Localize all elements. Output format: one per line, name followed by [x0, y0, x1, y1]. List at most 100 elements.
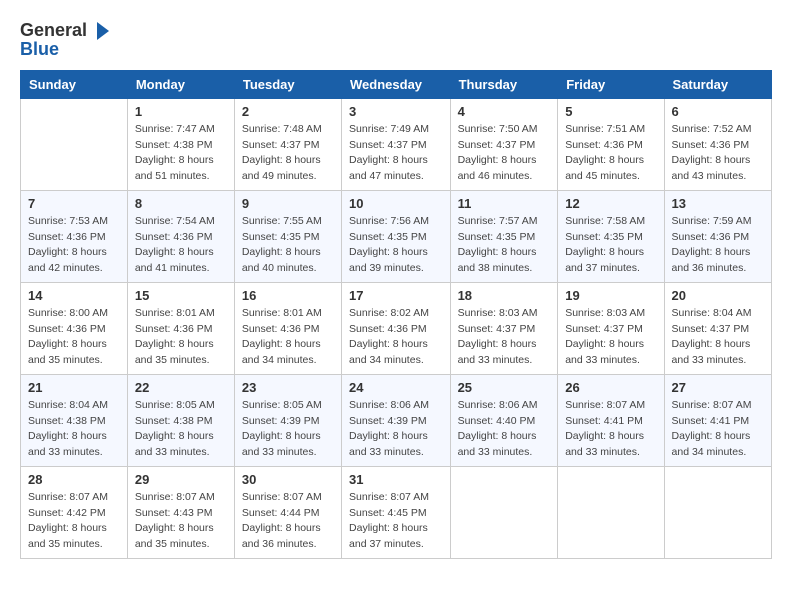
day-number: 26 [565, 380, 656, 395]
logo-arrow-icon [89, 20, 111, 42]
day-number: 31 [349, 472, 443, 487]
calendar-cell: 15 Sunrise: 8:01 AMSunset: 4:36 PMDayligh… [127, 282, 234, 374]
day-info: Sunrise: 8:03 AMSunset: 4:37 PMDaylight:… [458, 306, 551, 369]
day-number: 1 [135, 104, 227, 119]
calendar-cell: 18Sunrise: 8:03 AMSunset: 4:37 PMDayligh… [450, 282, 558, 374]
day-info: Sunrise: 8:04 AMSunset: 4:37 PMDaylight:… [672, 306, 764, 369]
day-number: 30 [242, 472, 334, 487]
day-number: 16 [242, 288, 334, 303]
calendar-cell: 9Sunrise: 7:55 AMSunset: 4:35 PMDaylight… [234, 190, 341, 282]
day-number: 25 [458, 380, 551, 395]
calendar-cell: 3 Sunrise: 7:49 AMSunset: 4:37 PMDaylight… [342, 98, 451, 190]
day-number: 3 [349, 104, 443, 119]
day-info: Sunrise: 8:05 AMSunset: 4:39 PMDaylight:… [242, 398, 334, 461]
day-info: Sunrise: 8:07 AMSunset: 4:45 PMDaylight:… [349, 490, 443, 553]
day-info: Sunrise: 7:54 AMSunset: 4:36 PMDaylight:… [135, 214, 227, 277]
calendar-week-row: 14 Sunrise: 8:00 AMSunset: 4:36 PMDayligh… [21, 282, 772, 374]
calendar-cell: 16 Sunrise: 8:01 AMSunset: 4:36 PMDayligh… [234, 282, 341, 374]
calendar-week-row: 7 Sunrise: 7:53 AMSunset: 4:36 PMDaylight… [21, 190, 772, 282]
calendar-cell [21, 98, 128, 190]
calendar-cell: 2Sunrise: 7:48 AMSunset: 4:37 PMDaylight… [234, 98, 341, 190]
logo-blue: Blue [20, 40, 59, 60]
calendar-cell: 30 Sunrise: 8:07 AMSunset: 4:44 PMDayligh… [234, 466, 341, 558]
day-info: Sunrise: 7:49 AMSunset: 4:37 PMDaylight:… [349, 122, 443, 185]
day-info: Sunrise: 8:00 AMSunset: 4:36 PMDaylight:… [28, 306, 120, 369]
day-number: 21 [28, 380, 120, 395]
weekday-header: Thursday [450, 70, 558, 98]
calendar-cell [450, 466, 558, 558]
calendar-cell: 27 Sunrise: 8:07 AMSunset: 4:41 PMDayligh… [664, 374, 771, 466]
day-number: 10 [349, 196, 443, 211]
calendar-cell: 21Sunrise: 8:04 AMSunset: 4:38 PMDayligh… [21, 374, 128, 466]
day-number: 22 [135, 380, 227, 395]
day-info: Sunrise: 8:03 AMSunset: 4:37 PMDaylight:… [565, 306, 656, 369]
day-info: Sunrise: 8:06 AMSunset: 4:39 PMDaylight:… [349, 398, 443, 461]
logo: General Blue [20, 20, 111, 60]
day-number: 20 [672, 288, 764, 303]
day-number: 9 [242, 196, 334, 211]
calendar-cell: 23 Sunrise: 8:05 AMSunset: 4:39 PMDayligh… [234, 374, 341, 466]
day-number: 5 [565, 104, 656, 119]
calendar-cell: 12 Sunrise: 7:58 AMSunset: 4:35 PMDayligh… [558, 190, 664, 282]
weekday-header: Tuesday [234, 70, 341, 98]
day-number: 27 [672, 380, 764, 395]
day-info: Sunrise: 8:01 AMSunset: 4:36 PMDaylight:… [242, 306, 334, 369]
day-info: Sunrise: 7:53 AMSunset: 4:36 PMDaylight:… [28, 214, 120, 277]
day-number: 7 [28, 196, 120, 211]
calendar-cell: 13Sunrise: 7:59 AMSunset: 4:36 PMDayligh… [664, 190, 771, 282]
calendar-cell: 11Sunrise: 7:57 AMSunset: 4:35 PMDayligh… [450, 190, 558, 282]
day-number: 8 [135, 196, 227, 211]
day-number: 17 [349, 288, 443, 303]
calendar-cell [558, 466, 664, 558]
calendar-cell: 1 Sunrise: 7:47 AMSunset: 4:38 PMDaylight… [127, 98, 234, 190]
day-info: Sunrise: 7:51 AMSunset: 4:36 PMDaylight:… [565, 122, 656, 185]
day-info: Sunrise: 7:57 AMSunset: 4:35 PMDaylight:… [458, 214, 551, 277]
calendar-cell: 5 Sunrise: 7:51 AMSunset: 4:36 PMDaylight… [558, 98, 664, 190]
logo-general: General [20, 21, 87, 41]
day-number: 15 [135, 288, 227, 303]
day-info: Sunrise: 7:50 AMSunset: 4:37 PMDaylight:… [458, 122, 551, 185]
day-info: Sunrise: 7:59 AMSunset: 4:36 PMDaylight:… [672, 214, 764, 277]
weekday-header: Saturday [664, 70, 771, 98]
calendar-cell: 19 Sunrise: 8:03 AMSunset: 4:37 PMDayligh… [558, 282, 664, 374]
calendar-cell: 8 Sunrise: 7:54 AMSunset: 4:36 PMDaylight… [127, 190, 234, 282]
day-number: 6 [672, 104, 764, 119]
day-info: Sunrise: 8:07 AMSunset: 4:42 PMDaylight:… [28, 490, 120, 553]
calendar-week-row: 1 Sunrise: 7:47 AMSunset: 4:38 PMDaylight… [21, 98, 772, 190]
calendar-header-row: SundayMondayTuesdayWednesdayThursdayFrid… [21, 70, 772, 98]
day-info: Sunrise: 8:01 AMSunset: 4:36 PMDaylight:… [135, 306, 227, 369]
day-number: 2 [242, 104, 334, 119]
calendar-cell: 20 Sunrise: 8:04 AMSunset: 4:37 PMDayligh… [664, 282, 771, 374]
day-info: Sunrise: 8:06 AMSunset: 4:40 PMDaylight:… [458, 398, 551, 461]
day-info: Sunrise: 7:58 AMSunset: 4:35 PMDaylight:… [565, 214, 656, 277]
day-number: 28 [28, 472, 120, 487]
day-info: Sunrise: 8:02 AMSunset: 4:36 PMDaylight:… [349, 306, 443, 369]
page-header: General Blue [20, 20, 772, 60]
calendar-week-row: 21Sunrise: 8:04 AMSunset: 4:38 PMDayligh… [21, 374, 772, 466]
day-number: 29 [135, 472, 227, 487]
weekday-header: Sunday [21, 70, 128, 98]
day-number: 24 [349, 380, 443, 395]
calendar-cell: 28 Sunrise: 8:07 AMSunset: 4:42 PMDayligh… [21, 466, 128, 558]
day-number: 14 [28, 288, 120, 303]
calendar-cell: 7 Sunrise: 7:53 AMSunset: 4:36 PMDaylight… [21, 190, 128, 282]
weekday-header: Wednesday [342, 70, 451, 98]
calendar-cell: 6Sunrise: 7:52 AMSunset: 4:36 PMDaylight… [664, 98, 771, 190]
day-info: Sunrise: 7:56 AMSunset: 4:35 PMDaylight:… [349, 214, 443, 277]
day-info: Sunrise: 8:07 AMSunset: 4:41 PMDaylight:… [565, 398, 656, 461]
day-info: Sunrise: 8:05 AMSunset: 4:38 PMDaylight:… [135, 398, 227, 461]
calendar-cell: 4Sunrise: 7:50 AMSunset: 4:37 PMDaylight… [450, 98, 558, 190]
day-info: Sunrise: 8:07 AMSunset: 4:43 PMDaylight:… [135, 490, 227, 553]
day-number: 12 [565, 196, 656, 211]
day-info: Sunrise: 8:07 AMSunset: 4:41 PMDaylight:… [672, 398, 764, 461]
day-number: 23 [242, 380, 334, 395]
calendar-cell: 24 Sunrise: 8:06 AMSunset: 4:39 PMDayligh… [342, 374, 451, 466]
calendar-cell: 17 Sunrise: 8:02 AMSunset: 4:36 PMDayligh… [342, 282, 451, 374]
calendar-table: SundayMondayTuesdayWednesdayThursdayFrid… [20, 70, 772, 559]
calendar-body: 1 Sunrise: 7:47 AMSunset: 4:38 PMDaylight… [21, 98, 772, 558]
day-info: Sunrise: 8:07 AMSunset: 4:44 PMDaylight:… [242, 490, 334, 553]
calendar-cell: 25 Sunrise: 8:06 AMSunset: 4:40 PMDayligh… [450, 374, 558, 466]
day-info: Sunrise: 7:47 AMSunset: 4:38 PMDaylight:… [135, 122, 227, 185]
logo-text: General Blue [20, 20, 111, 60]
day-number: 19 [565, 288, 656, 303]
